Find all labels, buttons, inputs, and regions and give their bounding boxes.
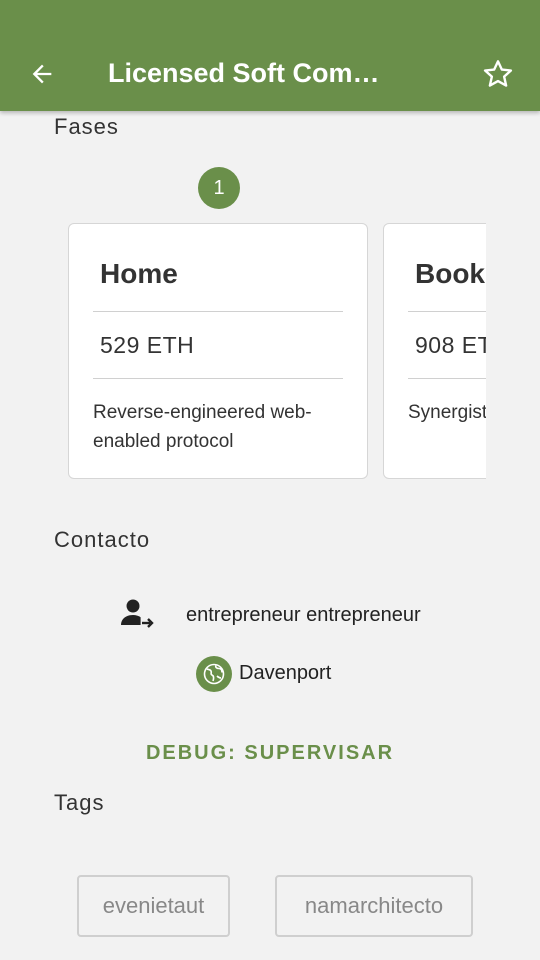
phase-card-title: Home [100, 258, 178, 289]
globe-icon [203, 663, 225, 685]
page-title: Licensed Soft Com… [108, 58, 380, 88]
star-outline-icon [483, 60, 513, 87]
divider [93, 311, 343, 312]
contact-section-title: Contacto [54, 527, 151, 552]
phase-card-amount: 908 ETH [415, 332, 486, 358]
arrow-left-icon [32, 64, 52, 84]
tag-chip[interactable]: evenietaut [77, 875, 230, 937]
contact-location: Davenport [239, 662, 332, 684]
phase-card[interactable]: Books 908 ETH Synergistic migration [383, 223, 486, 479]
favorite-button[interactable] [478, 56, 518, 92]
divider [408, 378, 486, 379]
contact-name: entrepreneur entrepreneur [186, 604, 421, 626]
phases-carousel[interactable]: Home 529 ETH Reverse-engineered web-enab… [68, 222, 486, 484]
phase-card-title: Books [415, 258, 486, 289]
divider [408, 311, 486, 312]
divider [93, 378, 343, 379]
phases-section-title: Fases [54, 114, 119, 139]
phase-card-amount: 529 ETH [100, 332, 195, 358]
tags-section-title: Tags [54, 790, 105, 815]
back-button[interactable] [22, 56, 62, 92]
location-button[interactable] [196, 656, 232, 692]
person-arrow-icon [121, 599, 154, 628]
phase-number-badge[interactable]: 1 [198, 167, 240, 209]
tag-chip[interactable]: namarchitecto [275, 875, 473, 937]
debug-supervise-button[interactable]: DEBUG: SUPERVISAR [0, 742, 540, 765]
app-bar: Licensed Soft Com… [0, 0, 540, 111]
phase-card-description: Reverse-engineered web-enabled protocol [93, 402, 312, 452]
phase-card[interactable]: Home 529 ETH Reverse-engineered web-enab… [68, 223, 368, 479]
phase-card-description: Synergistic migration [408, 402, 486, 423]
